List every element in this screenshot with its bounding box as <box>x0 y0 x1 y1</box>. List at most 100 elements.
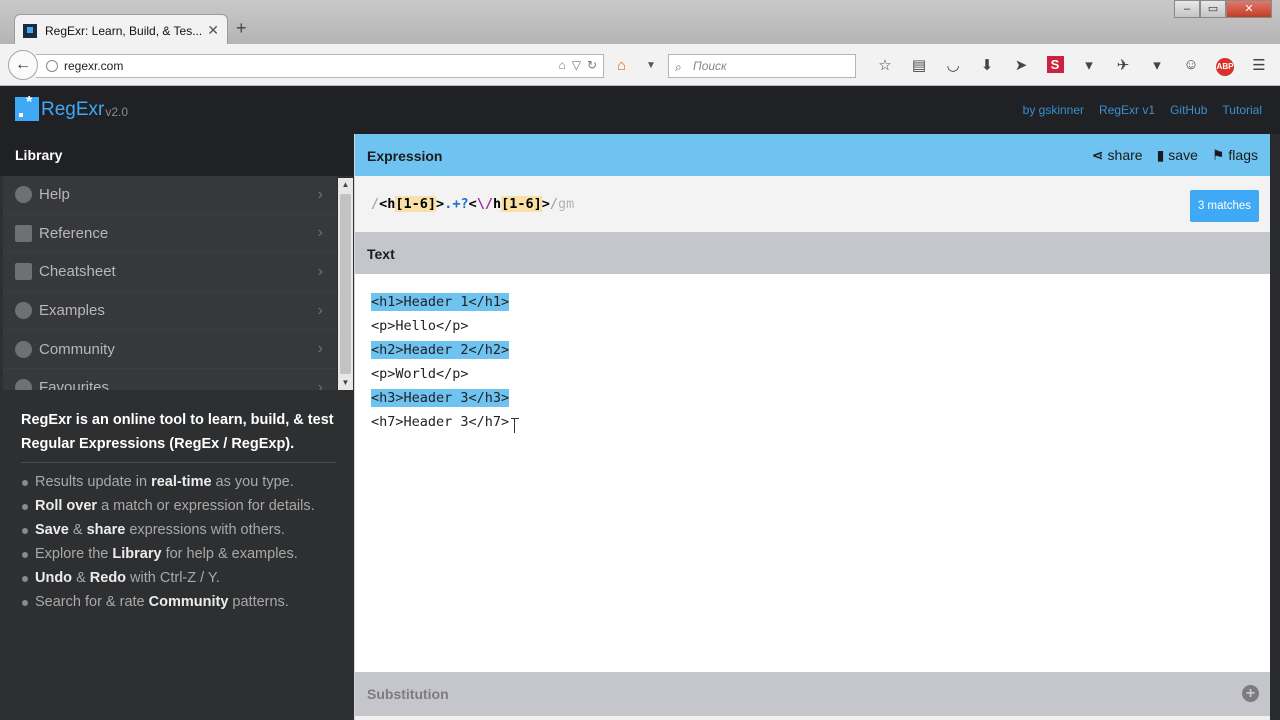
regexr-logo[interactable]: RegExr v2.0 <box>15 94 129 121</box>
expression-header: Expression ⋖ share ▮ save ⚑ flags <box>355 134 1270 176</box>
new-tab-button[interactable]: + <box>236 18 247 39</box>
link-tutorial[interactable]: Tutorial <box>1222 103 1262 117</box>
bookmark-icon: ▮ <box>1156 147 1165 163</box>
regexr-logo-icon <box>15 94 39 121</box>
sidebar-item-favourites[interactable]: Favourites › <box>3 368 337 390</box>
app-header: RegExr v2.0 by gskinner RegExr v1 GitHub… <box>0 86 1280 134</box>
window-controls: ‒ ▭ ✕ <box>1174 0 1272 18</box>
satellite-icon[interactable]: ✈ <box>1106 56 1140 76</box>
book-icon <box>15 224 32 242</box>
satellite-dropdown-icon[interactable]: ▾ <box>1140 56 1174 76</box>
scroll-down-icon[interactable]: ▼ <box>338 376 353 390</box>
tip-item: Roll over a match or expression for deta… <box>21 494 341 518</box>
chevron-right-icon: › <box>317 224 323 242</box>
match-highlight[interactable]: <h1>Header 1</h1> <box>371 293 510 311</box>
toolbar-icons: ☆ ▤ ◡ ⬇ ➤ S ▾ ✈ ▾ ☺ ABP ☰ <box>868 56 1276 76</box>
back-arrow-icon: ← <box>15 56 31 73</box>
sidebar-item-cheatsheet[interactable]: Cheatsheet › <box>3 253 337 292</box>
back-button[interactable]: ← <box>8 50 38 80</box>
search-icon: ⌕ <box>675 60 682 74</box>
link-regexr-v1[interactable]: RegExr v1 <box>1099 103 1155 117</box>
share-icon: ⋖ <box>1091 147 1104 163</box>
minimize-button[interactable]: ‒ <box>1174 0 1200 18</box>
main-panel: Expression ⋖ share ▮ save ⚑ flags /<h[1-6]>… <box>355 134 1270 720</box>
home-dropdown-icon[interactable]: ▼ <box>646 60 656 71</box>
sidebar-item-label: Examples <box>39 302 105 320</box>
search-placeholder: Поиск <box>693 59 727 73</box>
intro-text: RegExr is an online tool to learn, build… <box>21 412 334 452</box>
window-edge <box>1270 134 1280 720</box>
text-lines: <h1>Header 1</h1> <p>Hello</p> <h2>Heade… <box>371 292 510 436</box>
sidebar-item-help[interactable]: Help › <box>3 176 337 215</box>
expression-input[interactable]: /<h[1-6]>.+?<\/h[1-6]>/gm <box>371 196 574 212</box>
dropdown-arrow-icon[interactable]: ▽ <box>572 58 581 72</box>
window-close-button[interactable]: ✕ <box>1226 0 1272 18</box>
sidebar-item-examples[interactable]: Examples › <box>3 291 337 331</box>
sidebar-item-label: Favourites <box>39 379 110 390</box>
home-icon[interactable]: ⌂ <box>617 57 626 74</box>
divider <box>21 462 336 463</box>
browser-search-input[interactable]: ⌕ Поиск <box>668 54 856 78</box>
bookmark-star-icon[interactable]: ☆ <box>868 56 902 76</box>
text-cursor-icon <box>511 418 519 434</box>
regexr-favicon-icon <box>23 23 37 38</box>
tab-close-icon[interactable]: ✕ <box>207 22 219 39</box>
maximize-button[interactable]: ▭ <box>1200 0 1226 18</box>
chevron-right-icon: › <box>317 301 323 319</box>
reading-list-icon[interactable]: ▤ <box>902 56 936 76</box>
home-bookmark-icon[interactable]: ⌂ <box>558 58 565 72</box>
link-github[interactable]: GitHub <box>1170 103 1207 117</box>
text-line: <h1>Header 1</h1> <box>371 292 510 316</box>
text-title: Text <box>367 246 395 262</box>
chevron-right-icon: › <box>317 340 323 358</box>
pocket-icon[interactable]: ◡ <box>936 56 970 76</box>
match-highlight[interactable]: <h3>Header 3</h3> <box>371 389 510 407</box>
extension-dropdown-icon[interactable]: ▾ <box>1072 56 1106 76</box>
chevron-right-icon: › <box>317 262 323 280</box>
library-scrollbar[interactable]: ▲ ▼ <box>338 178 353 390</box>
heart-icon <box>15 379 32 390</box>
text-header: Text <box>355 232 1270 274</box>
clipboard-icon <box>15 263 32 281</box>
menu-icon[interactable]: ☰ <box>1242 56 1276 76</box>
url-text: regexr.com <box>64 59 124 73</box>
chevron-right-icon: › <box>317 378 323 390</box>
link-by-gskinner[interactable]: by gskinner <box>1023 103 1084 117</box>
text-line: <h7>Header 3</h7> <box>371 414 510 430</box>
expand-plus-icon[interactable]: + <box>1242 685 1259 702</box>
browser-tab[interactable]: RegExr: Learn, Build, & Tes... ✕ <box>14 14 228 46</box>
text-editor[interactable]: <h1>Header 1</h1> <p>Hello</p> <h2>Heade… <box>355 274 1270 672</box>
extension-s-icon[interactable]: S <box>1038 56 1072 76</box>
match-highlight[interactable]: <h2>Header 2</h2> <box>371 341 510 359</box>
tip-item: Save & share expressions with others. <box>21 518 341 542</box>
sidebar-item-community[interactable]: Community › <box>3 330 337 369</box>
people-icon <box>15 340 32 358</box>
logo-version: v2.0 <box>105 105 129 119</box>
chat-icon[interactable]: ☺ <box>1174 56 1208 76</box>
tip-item: Search for & rate Community patterns. <box>21 590 341 614</box>
url-bar[interactable]: regexr.com ⌂ ▽ ↻ <box>36 54 604 78</box>
reload-icon[interactable]: ↻ <box>587 58 597 72</box>
send-icon[interactable]: ➤ <box>1004 56 1038 76</box>
chevron-right-icon: › <box>317 185 323 203</box>
browser-titlebar: RegExr: Learn, Build, & Tes... ✕ + ‒ ▭ ✕ <box>0 0 1280 46</box>
tab-title: RegExr: Learn, Build, & Tes... <box>45 23 202 38</box>
substitution-header[interactable]: Substitution + <box>355 672 1270 716</box>
expression-editor[interactable]: /<h[1-6]>.+?<\/h[1-6]>/gm 3 matches <box>355 176 1270 232</box>
share-button[interactable]: ⋖ share <box>1092 147 1143 164</box>
sidebar: Library Help › Reference › Cheatsheet › … <box>0 134 354 720</box>
adblock-icon[interactable]: ABP <box>1208 56 1242 76</box>
library-title: Library <box>0 134 354 176</box>
browser-navbar: regexr.com ⌂ ▽ ↻ ← ⌂ ▼ ⌕ Поиск ☆ ▤ ◡ ⬇ ➤… <box>0 44 1280 86</box>
logo-name: RegExr <box>41 99 105 120</box>
flags-button[interactable]: ⚑ flags <box>1212 147 1258 164</box>
download-icon[interactable]: ⬇ <box>970 56 1004 76</box>
sidebar-item-reference[interactable]: Reference › <box>3 214 337 254</box>
save-button[interactable]: ▮ save <box>1157 147 1198 164</box>
sidebar-item-label: Community <box>39 340 115 358</box>
scroll-up-icon[interactable]: ▲ <box>338 178 353 192</box>
scroll-thumb[interactable] <box>340 194 351 374</box>
text-line: <h3>Header 3</h3> <box>371 388 510 412</box>
substitution-title: Substitution <box>367 686 449 702</box>
tip-item: Explore the Library for help & examples. <box>21 542 341 566</box>
